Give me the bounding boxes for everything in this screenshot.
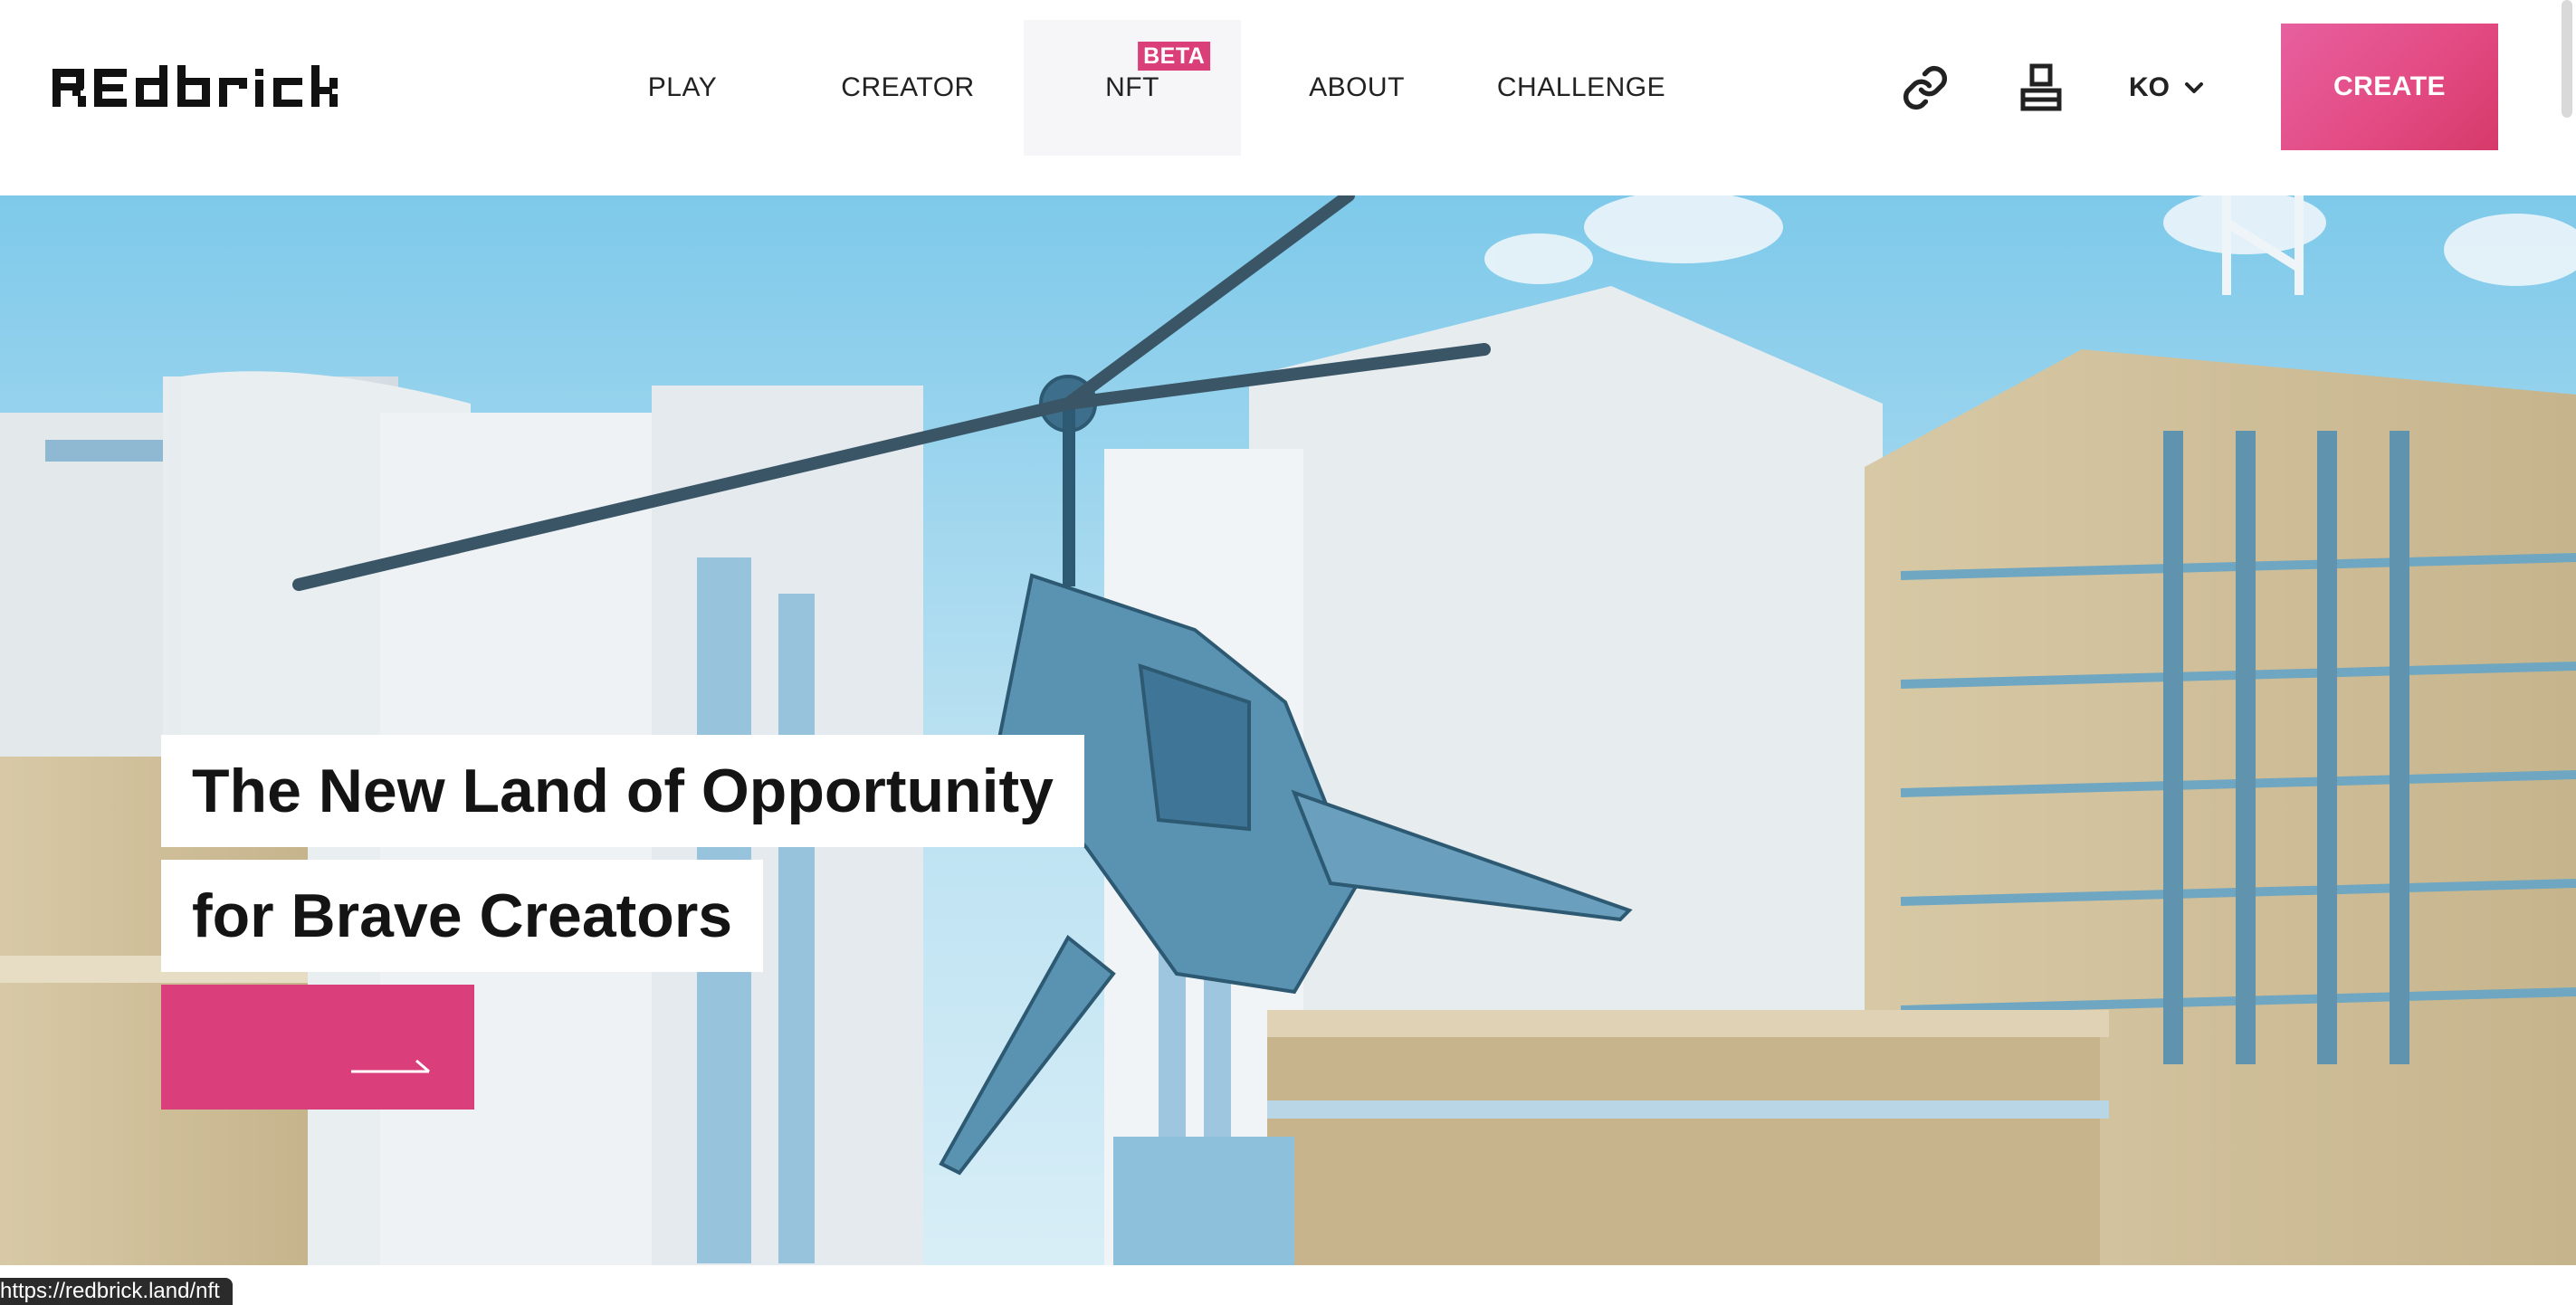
- nav-play-label: PLAY: [647, 72, 718, 102]
- nav-creator-label: CREATOR: [841, 72, 975, 102]
- create-button-label: CREATE: [2333, 71, 2447, 101]
- hero-cta-button[interactable]: [161, 985, 474, 1110]
- nav-play[interactable]: PLAY: [574, 20, 791, 156]
- nav-nft-label: NFT: [1105, 72, 1159, 102]
- language-label: KO: [2129, 72, 2170, 102]
- status-bar-url: https://redbrick.land/nft: [0, 1278, 233, 1305]
- language-selector[interactable]: KO: [2129, 65, 2204, 110]
- arrow-right-icon: [351, 1059, 430, 1073]
- page-below-fold: [0, 1265, 2576, 1300]
- hero-section: The New Land of Opportunity for Brave Cr…: [0, 195, 2576, 1265]
- chevron-down-icon: [2185, 82, 2203, 93]
- copy-link-button[interactable]: [1897, 60, 1953, 116]
- page-scrollbar[interactable]: [2562, 0, 2572, 118]
- hero-headline-line-2: for Brave Creators: [161, 860, 764, 972]
- beta-badge: Beta: [1138, 42, 1211, 71]
- link-icon: [1903, 65, 1948, 110]
- hero-headline-line-1: The New Land of Opportunity: [161, 735, 1084, 847]
- user-icon: [2020, 63, 2062, 111]
- nav-nft[interactable]: NFT Beta: [1024, 20, 1241, 156]
- site-header: PLAY CREATOR NFT Beta ABOUT CHALLENGE KO: [0, 0, 2576, 195]
- redbrick-logo[interactable]: [52, 65, 346, 110]
- nav-challenge[interactable]: CHALLENGE: [1473, 20, 1690, 156]
- nav-about-label: ABOUT: [1309, 72, 1405, 102]
- nav-creator[interactable]: CREATOR: [799, 20, 1016, 156]
- create-button[interactable]: CREATE: [2281, 24, 2498, 150]
- nav-about[interactable]: ABOUT: [1248, 20, 1465, 156]
- user-button[interactable]: [2013, 60, 2069, 116]
- nav-challenge-label: CHALLENGE: [1496, 72, 1666, 102]
